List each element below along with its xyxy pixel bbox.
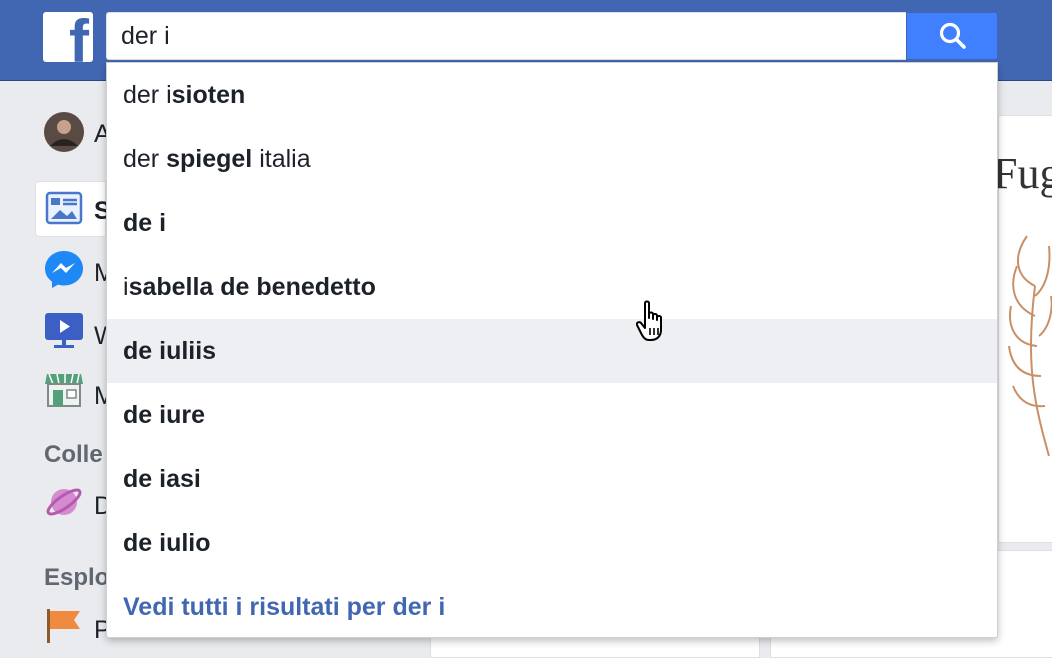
suggestion-item[interactable]: de iure bbox=[107, 383, 997, 447]
sidebar-item-marketplace[interactable]: M bbox=[0, 366, 115, 422]
content-card: Fug bbox=[993, 115, 1052, 543]
search-box[interactable] bbox=[106, 12, 906, 60]
search-button[interactable] bbox=[906, 12, 998, 60]
suggestion-item[interactable]: de iulio bbox=[107, 511, 997, 575]
facebook-logo-icon[interactable]: f bbox=[43, 12, 93, 62]
sidebar-heading: Esplo bbox=[44, 564, 110, 591]
news-feed-icon bbox=[45, 191, 83, 225]
left-sidebar: A S M W bbox=[0, 80, 118, 658]
marketplace-icon bbox=[45, 373, 83, 407]
content-title: Fug bbox=[993, 149, 1052, 198]
plant-illustration bbox=[1008, 235, 1052, 457]
sidebar-item-messenger[interactable]: M bbox=[0, 243, 115, 299]
watch-icon bbox=[45, 313, 83, 348]
sidebar-item-pages[interactable]: P bbox=[0, 600, 111, 656]
profile-avatar bbox=[44, 112, 84, 152]
sidebar-item-dating[interactable]: D bbox=[0, 476, 112, 532]
sidebar-item-profile[interactable]: A bbox=[0, 104, 111, 160]
pages-flag-icon bbox=[47, 609, 80, 643]
suggestion-item[interactable]: der isioten bbox=[107, 63, 997, 127]
suggestion-item[interactable]: isabella de benedetto bbox=[107, 255, 997, 319]
suggestion-item[interactable]: der spiegel italia bbox=[107, 127, 997, 191]
dating-planet-icon bbox=[46, 488, 82, 516]
suggestion-item[interactable]: de iasi bbox=[107, 447, 997, 511]
sidebar-item-news-feed-content[interactable]: S bbox=[0, 181, 111, 237]
sidebar-heading: Colle bbox=[44, 441, 103, 468]
suggestion-item[interactable]: de i bbox=[107, 191, 997, 255]
search-icon bbox=[939, 22, 966, 49]
suggestion-item-hovered[interactable]: de iuliis bbox=[107, 319, 997, 383]
messenger-icon bbox=[45, 251, 83, 288]
sidebar-item-watch[interactable]: W bbox=[0, 306, 118, 362]
hand-cursor-icon bbox=[636, 300, 662, 341]
search-suggestions-dropdown: der isioten der spiegel italia de i isab… bbox=[106, 62, 998, 638]
search-input[interactable] bbox=[121, 19, 891, 53]
see-all-results-link[interactable]: Vedi tutti i risultati per der i bbox=[123, 575, 445, 637]
